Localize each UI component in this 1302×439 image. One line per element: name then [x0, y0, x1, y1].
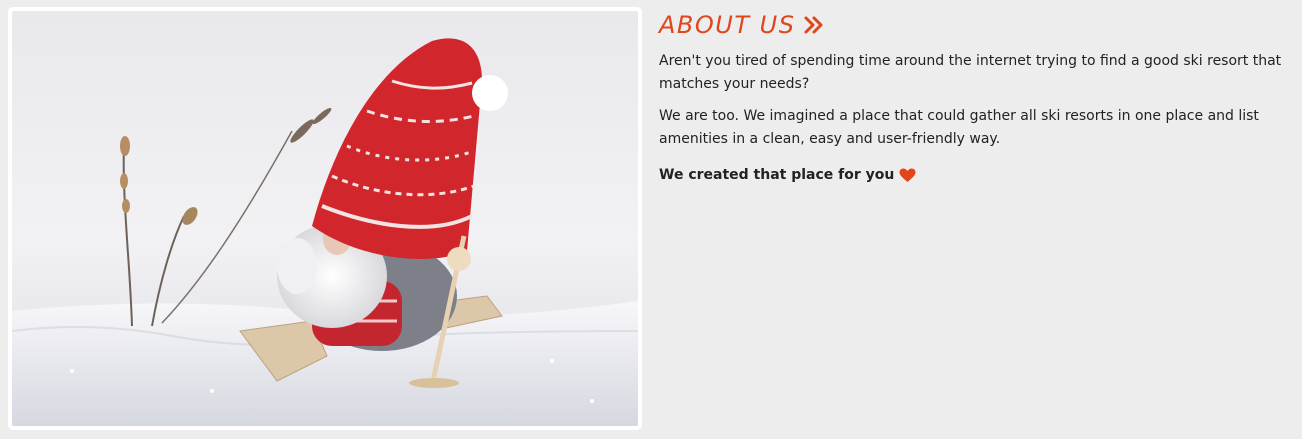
- about-section: ABOUT US Aren't you tired of spending ti…: [659, 10, 1289, 187]
- about-closing-line: We created that place for you: [659, 164, 1289, 187]
- about-paragraph-1: Aren't you tired of spending time around…: [659, 53, 1282, 92]
- about-image-frame: [8, 7, 642, 430]
- about-paragraph-2: We are too. We imagined a place that cou…: [659, 108, 1259, 147]
- gnome-skiing-photo: [12, 11, 638, 426]
- about-title: ABOUT US: [659, 11, 796, 39]
- double-chevron-right-icon: [804, 16, 823, 34]
- heart-icon: [899, 168, 916, 182]
- about-title-row: ABOUT US: [659, 10, 1289, 40]
- about-closing-text: We created that place for you: [659, 167, 895, 183]
